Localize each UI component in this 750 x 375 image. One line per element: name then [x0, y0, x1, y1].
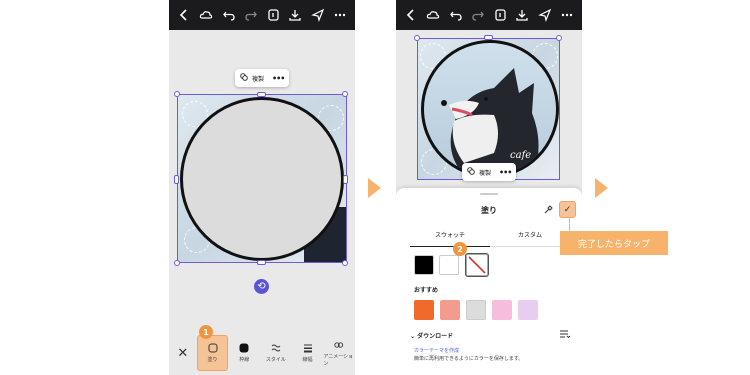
rotate-icon[interactable]: ⟲: [254, 279, 269, 294]
resize-handle[interactable]: [342, 260, 348, 266]
recommended-color-2[interactable]: [440, 300, 460, 320]
undo-icon[interactable]: [221, 7, 237, 23]
duplicate-icon[interactable]: [240, 73, 248, 83]
dog-photo: [441, 68, 539, 175]
recommended-color-1[interactable]: [414, 300, 434, 320]
recommended-color-5[interactable]: [518, 300, 538, 320]
design-canvas[interactable]: cafe: [417, 38, 560, 180]
tool-label: 枠線: [239, 357, 250, 363]
fill-tabs: スウォッチ カスタム: [410, 230, 570, 244]
redo-icon[interactable]: [470, 7, 486, 23]
tool-label: スタイル: [265, 357, 286, 363]
top-toolbar: [396, 0, 582, 30]
done-button[interactable]: ✓: [559, 201, 576, 218]
download-label: ダウンロード: [417, 332, 454, 340]
resize-handle[interactable]: [343, 175, 348, 184]
download-header: ⌄ ダウンロード: [410, 331, 453, 340]
resize-handle[interactable]: [174, 260, 180, 266]
resize-handle[interactable]: [257, 260, 266, 265]
list-settings-icon[interactable]: [560, 330, 571, 340]
swatch-no-fill[interactable]: [466, 254, 488, 276]
pages-icon[interactable]: [492, 7, 508, 23]
fill-icon: [208, 343, 218, 353]
recommended-label: おすすめ: [414, 287, 439, 294]
resize-handle[interactable]: [174, 175, 179, 184]
no-fill-icon: [468, 256, 486, 274]
resize-handle[interactable]: [484, 35, 493, 40]
context-menu: 複製 •••: [235, 69, 290, 87]
next-step-arrow: [368, 178, 381, 198]
download-icon[interactable]: [287, 7, 303, 23]
tab-swatch[interactable]: スウォッチ: [410, 230, 490, 244]
close-icon[interactable]: ✕: [169, 346, 197, 361]
active-tab-indicator: [410, 246, 490, 247]
context-menu: 複製 •••: [462, 163, 517, 181]
image-caption: cafe: [510, 150, 532, 161]
resize-handle[interactable]: [414, 35, 420, 41]
duplicate-label[interactable]: 複製: [252, 74, 264, 83]
pages-icon[interactable]: [265, 7, 281, 23]
resize-handle[interactable]: [174, 91, 180, 97]
download-section[interactable]: ⌄ ダウンロード: [410, 329, 571, 341]
more-icon[interactable]: [559, 7, 575, 23]
tutorial-stage: 複製 ••• ⟲ ✕ 塗り 枠線 スタイル 線幅 アニメーション 1 cafe …: [0, 0, 750, 375]
recommended-color-4[interactable]: [492, 300, 512, 320]
next-step-arrow: [595, 178, 608, 198]
download-icon[interactable]: [514, 7, 530, 23]
circle-photo[interactable]: cafe: [421, 40, 559, 178]
panel-title: 塗り: [481, 206, 497, 215]
animation-icon: [334, 340, 344, 350]
callout-tap-when-done: 完了したらタップ: [560, 231, 668, 255]
eyedropper-icon[interactable]: [544, 205, 553, 216]
redo-icon[interactable]: [243, 7, 259, 23]
design-canvas[interactable]: [177, 94, 347, 263]
back-icon[interactable]: [176, 7, 192, 23]
phone-screen-after: cafe 複製 ••• 塗り ✓ スウォッチ カスタム おすすめ ⌄ ダウンロー…: [396, 0, 582, 375]
more-options-icon[interactable]: •••: [272, 74, 285, 83]
line-width-icon: [303, 343, 313, 353]
phone-screen-before: 複製 ••• ⟲ ✕ 塗り 枠線 スタイル 線幅 アニメーション: [169, 0, 355, 375]
fill-panel: 塗り ✓ スウォッチ カスタム おすすめ ⌄ ダウンロード カラーテーマを作成 …: [396, 188, 582, 375]
tool-line-width[interactable]: 線幅: [292, 335, 324, 371]
step-badge: 2: [453, 242, 467, 256]
callout-pointer: [569, 217, 570, 231]
create-theme-note: 簡単に再利用できるようにカラーを保存します。: [414, 356, 524, 362]
resize-handle[interactable]: [257, 92, 266, 97]
top-toolbar: [169, 0, 355, 30]
duplicate-label[interactable]: 複製: [479, 168, 491, 177]
tool-fill[interactable]: 塗り: [196, 335, 229, 371]
recommended-color-3[interactable]: [466, 300, 486, 320]
undo-icon[interactable]: [448, 7, 464, 23]
tool-stroke[interactable]: 枠線: [228, 335, 260, 371]
style-icon: [271, 343, 281, 353]
step-badge: 1: [199, 325, 213, 339]
more-icon[interactable]: [332, 7, 348, 23]
create-theme-link[interactable]: カラーテーマを作成: [414, 347, 459, 354]
share-icon[interactable]: [537, 7, 553, 23]
resize-handle[interactable]: [342, 91, 348, 97]
duplicate-icon[interactable]: [467, 167, 475, 177]
circle-frame[interactable]: [180, 97, 344, 261]
cloud-icon[interactable]: [198, 7, 214, 23]
cloud-icon[interactable]: [425, 7, 441, 23]
tool-animation[interactable]: アニメーション: [323, 335, 355, 371]
tool-label: 塗り: [207, 357, 218, 363]
more-options-icon[interactable]: •••: [499, 168, 512, 177]
edit-toolbar: ✕ 塗り 枠線 スタイル 線幅 アニメーション: [169, 331, 355, 375]
tool-label: アニメーション: [323, 353, 354, 367]
share-icon[interactable]: [310, 7, 326, 23]
resize-handle[interactable]: [556, 35, 562, 41]
back-icon[interactable]: [403, 7, 419, 23]
swatch-black[interactable]: [414, 255, 434, 275]
tool-style[interactable]: スタイル: [260, 335, 292, 371]
swatch-white[interactable]: [439, 255, 459, 275]
panel-grab-handle[interactable]: [480, 193, 498, 195]
tool-label: 線幅: [302, 357, 313, 363]
tab-custom[interactable]: カスタム: [490, 230, 570, 244]
stroke-icon: [239, 343, 249, 353]
